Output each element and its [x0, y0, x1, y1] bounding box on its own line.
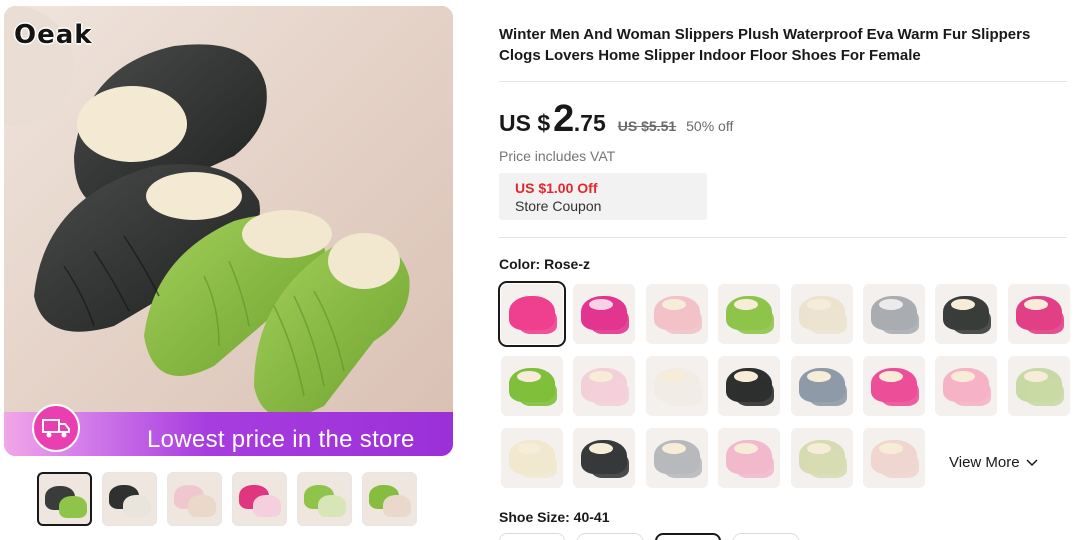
discount-percent: 50% off [686, 118, 734, 134]
color-swatch-8[interactable] [1007, 284, 1070, 344]
color-swatch-12[interactable] [718, 356, 781, 416]
view-more-button[interactable]: View More [949, 454, 1038, 471]
color-swatch-6[interactable] [863, 284, 925, 344]
color-swatch-19[interactable] [645, 428, 708, 488]
color-swatch-3[interactable] [645, 284, 708, 344]
product-photo [4, 6, 453, 456]
chevron-down-icon [1026, 458, 1038, 466]
price-integer: 2 [553, 98, 574, 140]
color-swatch-21[interactable] [790, 428, 853, 488]
color-swatch-22[interactable] [863, 428, 925, 488]
color-swatch-10[interactable] [573, 356, 636, 416]
price-decimal: .75 [573, 110, 606, 136]
size-options [499, 533, 799, 540]
delivery-truck-icon [32, 404, 80, 452]
promo-banner-text: Lowest price in the store [147, 426, 415, 453]
thumbnail-5[interactable] [297, 472, 352, 526]
size-option-4[interactable] [733, 533, 799, 540]
size-option-1[interactable] [499, 533, 565, 540]
store-coupon[interactable]: US $1.00 Off Store Coupon [499, 173, 707, 220]
coupon-value: US $1.00 Off [515, 180, 598, 196]
size-option-2[interactable] [577, 533, 643, 540]
color-swatch-5[interactable] [790, 284, 853, 344]
color-swatch-18[interactable] [573, 428, 636, 488]
thumbnail-4[interactable] [232, 472, 287, 526]
color-swatch-17[interactable] [501, 428, 563, 488]
coupon-divider [499, 237, 1067, 238]
color-swatch-11[interactable] [645, 356, 708, 416]
thumbnail-strip [37, 472, 417, 526]
vat-note: Price includes VAT [499, 148, 616, 164]
color-swatch-14[interactable] [863, 356, 925, 416]
color-label: Color: Rose-z [499, 256, 590, 272]
brand-logo: Oeak [14, 20, 93, 50]
size-option-3[interactable] [655, 533, 721, 540]
color-swatch-9[interactable] [501, 356, 563, 416]
color-swatch-15[interactable] [935, 356, 998, 416]
color-swatch-20[interactable] [718, 428, 781, 488]
color-swatch-7[interactable] [935, 284, 998, 344]
main-product-image[interactable]: Oeak Lowest price in the store [4, 6, 453, 456]
color-swatch-13[interactable] [790, 356, 853, 416]
thumbnail-2[interactable] [102, 472, 157, 526]
original-price: US $5.51 [617, 118, 677, 134]
view-more-label: View More [949, 454, 1020, 471]
shoe-size-label: Shoe Size: 40-41 [499, 509, 610, 525]
promo-banner: Lowest price in the store [4, 404, 453, 456]
thumbnail-6[interactable] [362, 472, 417, 526]
color-swatch-16[interactable] [1007, 356, 1070, 416]
thumbnail-3[interactable] [167, 472, 222, 526]
color-swatch-4[interactable] [718, 284, 781, 344]
price-currency: US $ [499, 110, 551, 136]
title-divider [499, 81, 1067, 82]
color-swatch-1[interactable] [498, 281, 566, 347]
product-title: Winter Men And Woman Slippers Plush Wate… [499, 26, 1031, 64]
price-row: US $ 2 .75 US $5.51 50% off [499, 98, 733, 141]
coupon-label: Store Coupon [515, 198, 602, 214]
thumbnail-1[interactable] [37, 472, 92, 526]
color-swatch-2[interactable] [573, 284, 636, 344]
